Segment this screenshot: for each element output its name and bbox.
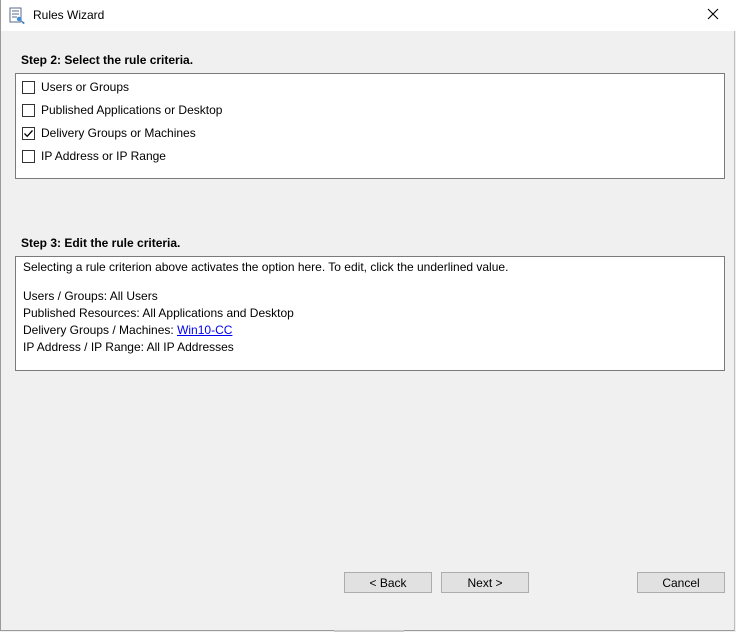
criterion-delivery-groups[interactable]: Delivery Groups or Machines [22, 124, 196, 142]
step2-heading: Step 2: Select the rule criteria. [21, 53, 194, 67]
rule-value: All Users [109, 289, 158, 303]
rule-label: Users / Groups: [23, 289, 110, 303]
cancel-button[interactable]: Cancel [637, 572, 725, 593]
step3-heading: Step 3: Edit the rule criteria. [21, 236, 181, 250]
next-button[interactable]: Next > [441, 572, 529, 593]
rule-delivery-groups: Delivery Groups / Machines: Win10-CC [23, 323, 232, 337]
users-groups-checkbox[interactable] [22, 80, 35, 94]
close-button[interactable] [690, 0, 736, 31]
delivery-groups-checkbox[interactable] [22, 126, 35, 140]
rule-description-box: Selecting a rule criterion above activat… [15, 256, 725, 371]
rule-ip-address: IP Address / IP Range: All IP Addresses [23, 340, 234, 354]
published-apps-checkbox[interactable] [22, 103, 35, 117]
criterion-label: IP Address or IP Range [41, 149, 166, 163]
window-title: Rules Wizard [33, 8, 105, 22]
rule-label: Published Resources: [23, 306, 143, 320]
rule-value: All Applications and Desktop [142, 306, 294, 320]
instructions-text: Selecting a rule criterion above activat… [23, 260, 509, 274]
rule-label: IP Address / IP Range: [23, 340, 147, 354]
criterion-published-apps[interactable]: Published Applications or Desktop [22, 101, 222, 119]
checkmark-icon [24, 129, 33, 137]
rule-label: Delivery Groups / Machines: [23, 323, 178, 337]
criterion-ip-address[interactable]: IP Address or IP Range [22, 147, 166, 165]
criterion-label: Delivery Groups or Machines [41, 126, 196, 140]
criterion-users-groups[interactable]: Users or Groups [22, 78, 129, 96]
criterion-label: Users or Groups [41, 80, 130, 94]
close-icon [707, 8, 719, 23]
rule-users-groups: Users / Groups: All Users [23, 289, 158, 303]
rule-published-resources: Published Resources: All Applications an… [23, 306, 294, 320]
delivery-groups-value-link[interactable]: Win10-CC [177, 323, 232, 337]
criterion-label: Published Applications or Desktop [41, 103, 223, 117]
back-button[interactable]: < Back [344, 572, 432, 593]
rules-wizard-app-icon [9, 7, 27, 25]
rule-value: All IP Addresses [146, 340, 234, 354]
rules-wizard-window: Rules Wizard Step 2: Select the rule cri… [0, 0, 736, 632]
criteria-listbox: Users or Groups Published Applications o… [15, 73, 725, 179]
title-bar: Rules Wizard [1, 0, 736, 31]
ip-address-checkbox[interactable] [22, 149, 35, 163]
